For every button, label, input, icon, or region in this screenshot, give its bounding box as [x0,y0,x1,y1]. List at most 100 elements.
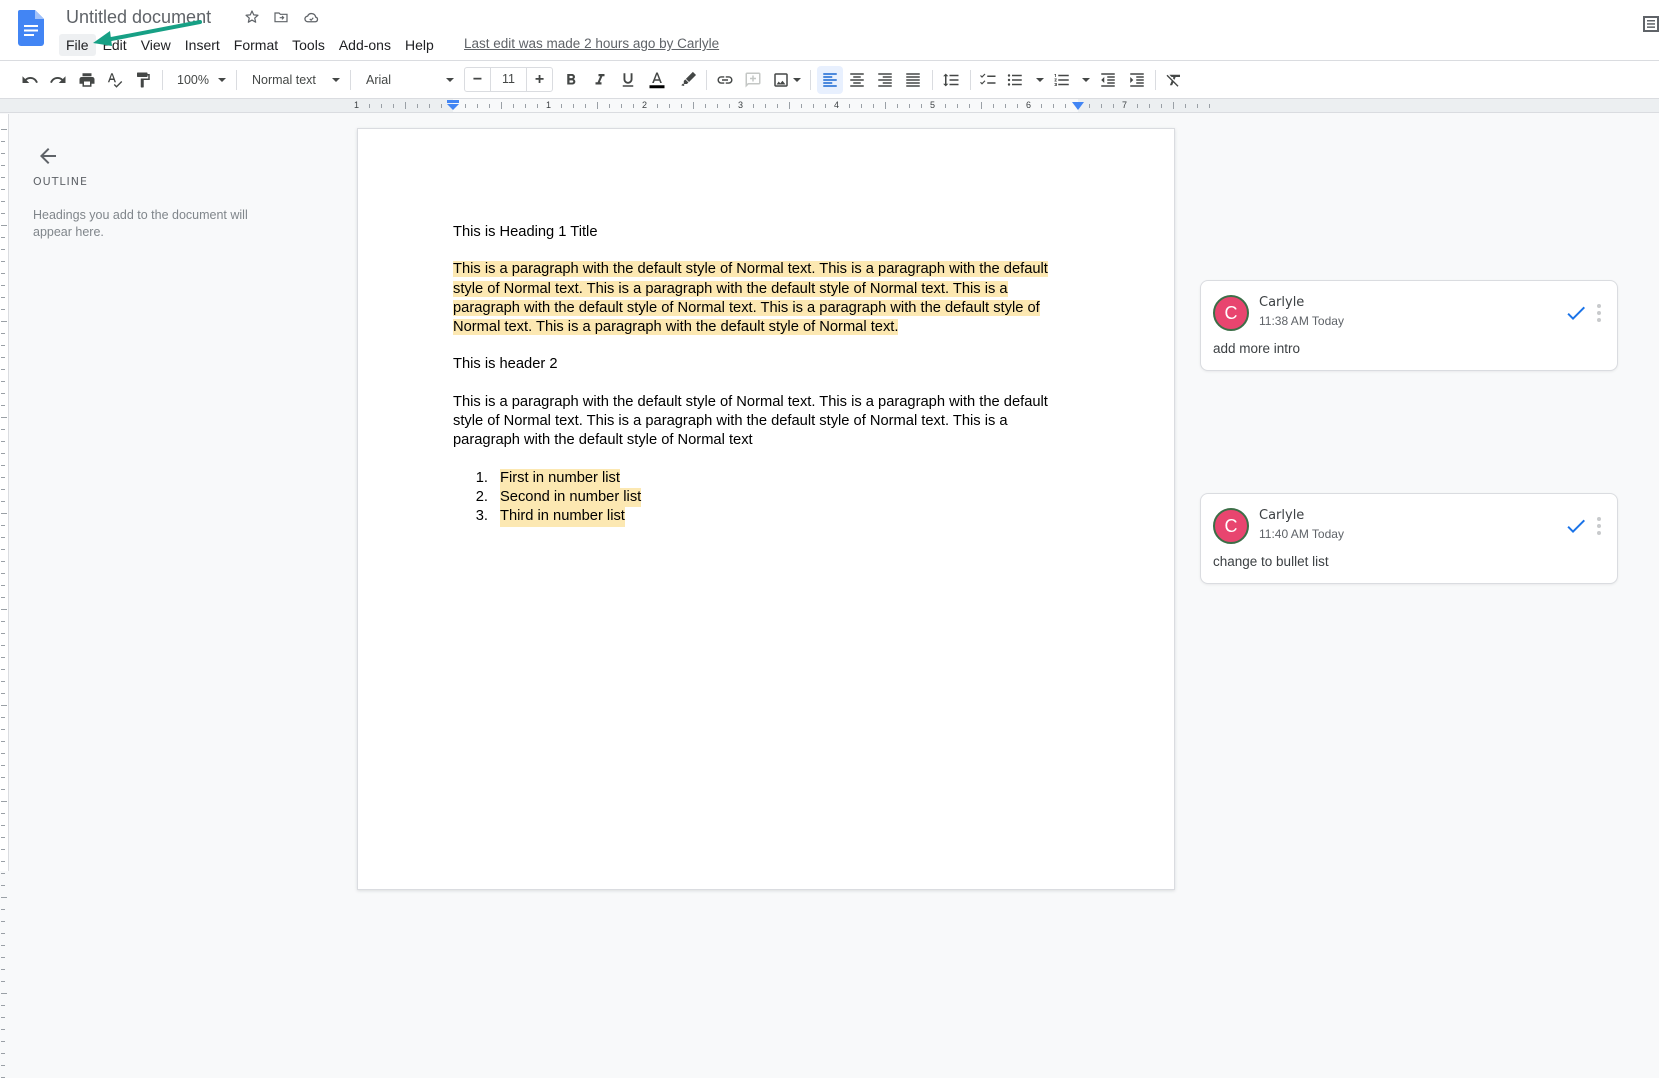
menu-view[interactable]: View [134,34,178,56]
ruler-tick [1197,104,1198,108]
list-item: 3. Third in number list [453,507,1063,527]
numbered-list: 1. First in number list 2. Second in numbe… [453,468,1063,527]
vertical-ruler-tick [1,657,5,658]
add-comment-icon[interactable] [741,68,765,92]
comment-card[interactable]: C Carlyle 11:38 AM Today add more intro [1200,280,1618,371]
list-item-text[interactable]: Third in number list [500,507,625,527]
menu-insert[interactable]: Insert [178,34,227,56]
text-color-icon[interactable] [645,68,669,92]
highlight-color-icon[interactable] [676,68,700,92]
more-options-icon[interactable] [1593,301,1605,325]
paragraph-style-select[interactable]: Normal text [252,72,316,88]
last-edit-link[interactable]: Last edit was made 2 hours ago by Carlyl… [464,35,719,53]
comment-author: Carlyle [1259,508,1305,523]
italic-icon[interactable] [588,68,612,92]
insert-link-icon[interactable] [713,68,737,92]
ruler-tick [1149,104,1150,108]
font-size-input[interactable]: 11 [490,68,527,91]
vertical-ruler-tick [1,1041,5,1042]
vertical-ruler-tick [1,297,5,298]
paragraph-1-highlighted[interactable]: This is a paragraph with the default sty… [453,261,1048,336]
line-spacing-icon[interactable] [939,68,963,92]
vertical-ruler-tick [1,957,5,958]
spellcheck-icon[interactable] [103,68,127,92]
list-item-text[interactable]: First in number list [500,468,620,488]
paint-format-icon[interactable] [131,68,155,92]
docs-logo-icon[interactable] [18,10,44,46]
decrease-indent-icon[interactable] [1096,68,1120,92]
move-to-folder-icon[interactable] [272,8,290,26]
align-center-icon[interactable] [845,68,869,92]
menu-file[interactable]: File [59,34,96,56]
align-left-icon[interactable] [817,66,843,94]
font-select[interactable]: Arial [366,72,391,88]
resolve-check-icon[interactable] [1564,301,1588,325]
back-arrow-icon[interactable] [36,144,60,168]
font-size-stepper[interactable]: − 11 + [464,67,553,92]
checklist-icon[interactable] [976,68,1000,92]
vertical-ruler-tick [1,777,5,778]
horizontal-ruler[interactable]: 1 1 2 3 4 5 6 7 [0,99,1659,113]
increase-font-size-button[interactable]: + [527,68,552,91]
menu-help[interactable]: Help [398,34,441,56]
zoom-select[interactable]: 100% [177,72,209,88]
bulleted-list-icon[interactable] [1003,68,1027,92]
vertical-ruler-tick [1,489,5,490]
menu-edit[interactable]: Edit [96,34,134,56]
style-dropdown-icon[interactable] [332,78,340,82]
comment-card[interactable]: C Carlyle 11:40 AM Today change to bulle… [1200,493,1618,584]
ruler-tick [789,102,790,109]
vertical-ruler-tick [1,741,5,742]
ruler-tick [729,104,730,108]
vertical-ruler-tick [1,585,5,586]
avatar: C [1213,295,1249,331]
underline-icon[interactable] [616,68,640,92]
document-page[interactable]: This is Heading 1 Title This is a paragr… [358,129,1174,889]
justify-icon[interactable] [901,68,925,92]
ruler-tick [885,102,886,109]
more-options-icon[interactable] [1593,514,1605,538]
document-body[interactable]: This is Heading 1 Title This is a paragr… [453,223,1063,527]
vertical-ruler-tick [1,597,5,598]
increase-indent-icon[interactable] [1125,68,1149,92]
right-indent-marker-icon[interactable] [1072,102,1084,112]
ruler-tick [573,104,574,108]
vertical-ruler-tick [1,213,5,214]
vertical-ruler-tick [1,717,5,718]
ruler-tick [405,102,406,109]
clear-formatting-icon[interactable] [1162,68,1186,92]
cloud-saved-icon[interactable] [302,8,320,26]
print-icon[interactable] [75,68,99,92]
numbered-list-icon[interactable] [1050,68,1074,92]
vertical-ruler[interactable] [0,114,9,1078]
zoom-dropdown-icon[interactable] [218,78,226,82]
vertical-ruler-tick [1,465,5,466]
left-indent-marker-icon[interactable] [447,100,459,110]
redo-icon[interactable] [46,68,70,92]
ruler-tick [477,104,478,108]
vertical-ruler-tick [1,189,5,190]
vertical-ruler-tick [1,1017,5,1018]
document-title[interactable]: Untitled document [66,7,211,28]
font-dropdown-icon[interactable] [446,78,454,82]
list-item-text[interactable]: Second in number list [500,487,642,508]
ruler-tick [441,104,442,108]
menu-add-ons[interactable]: Add-ons [332,34,398,56]
menu-tools[interactable]: Tools [285,34,332,56]
comment-history-icon[interactable] [1643,16,1659,32]
star-icon[interactable] [243,8,261,26]
ruler-tick [1101,104,1102,108]
ruler-tick [897,104,898,108]
vertical-ruler-tick [1,249,5,250]
vertical-ruler-tick [1,705,7,706]
align-right-icon[interactable] [873,68,897,92]
insert-image-icon[interactable] [769,68,793,92]
ruler-tick [909,104,910,108]
decrease-font-size-button[interactable]: − [465,68,490,91]
resolve-check-icon[interactable] [1564,514,1588,538]
vertical-ruler-tick [1,165,5,166]
undo-icon[interactable] [18,68,42,92]
menu-format[interactable]: Format [227,34,285,56]
bold-icon[interactable] [559,68,583,92]
list-number: 2. [475,488,488,505]
